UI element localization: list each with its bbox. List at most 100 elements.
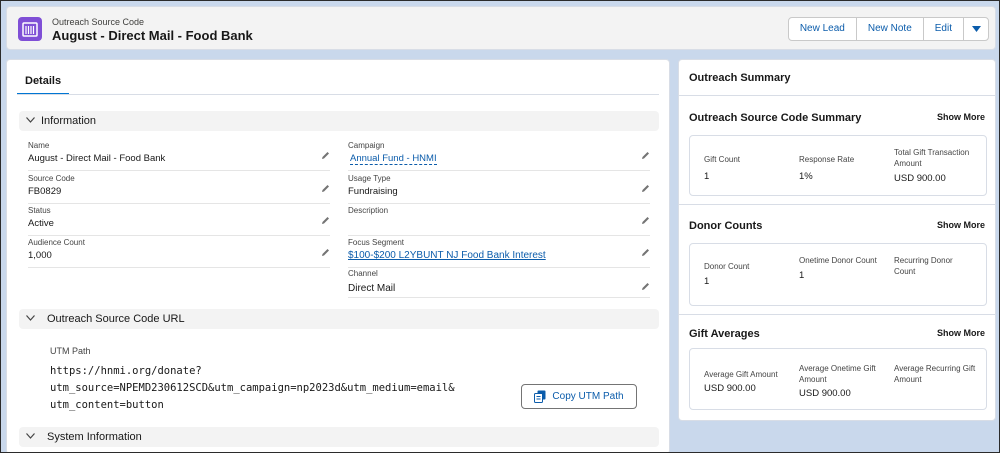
metric-average-gift-amount: Average Gift Amount USD 900.00: [704, 369, 778, 394]
metric-label: Recurring Donor Count: [894, 256, 953, 276]
section-information-header[interactable]: Information: [19, 111, 659, 131]
donor-counts-box: Donor Count 1 Onetime Donor Count 1 Recu…: [689, 243, 987, 306]
gift-averages-box: Average Gift Amount USD 900.00 Average O…: [689, 348, 987, 410]
edit-pencil-icon[interactable]: [321, 248, 330, 257]
metric-value: 1%: [799, 171, 813, 182]
metric-gift-count: Gift Count 1: [704, 154, 740, 182]
field-label: Channel: [348, 269, 378, 278]
record-title: August - Direct Mail - Food Bank: [52, 28, 253, 43]
chevron-down-icon: [26, 433, 35, 439]
source-summary-box: Gift Count 1 Response Rate 1% Total Gift…: [689, 135, 987, 196]
edit-pencil-icon[interactable]: [641, 216, 650, 225]
utm-line: https://hnmi.org/donate?: [50, 365, 202, 377]
new-lead-button[interactable]: New Lead: [787, 17, 857, 41]
edit-pencil-icon[interactable]: [321, 216, 330, 225]
header-actions: New Lead New Note Edit: [787, 17, 989, 41]
section-utm-label: Outreach Source Code URL: [47, 313, 185, 325]
utm-path-label: UTM Path: [50, 346, 91, 356]
utm-path-value: https://hnmi.org/donate? utm_source=NPEM…: [50, 363, 455, 414]
metric-value: 1: [704, 171, 710, 182]
chevron-down-icon: [971, 26, 981, 32]
record-header: Outreach Source Code August - Direct Mai…: [6, 6, 996, 50]
field-label: Source Code: [28, 174, 75, 183]
utm-line: utm_source=NPEMD230612SCD&utm_campaign=n…: [50, 382, 455, 394]
details-card: Details Information Name August - Direct…: [6, 59, 670, 452]
edit-pencil-icon[interactable]: [641, 184, 650, 193]
copy-utm-path-label: Copy UTM Path: [552, 391, 624, 402]
show-more-link[interactable]: Show More: [937, 220, 985, 230]
focus-segment-link[interactable]: $100-$200 L2YBUNT NJ Food Bank Interest: [348, 250, 546, 261]
field-value: FB0829: [28, 186, 62, 197]
more-actions-button[interactable]: [963, 17, 989, 41]
field-label: Name: [28, 141, 50, 150]
field-value: 1,000: [28, 250, 52, 261]
metric-value: 1: [704, 276, 710, 287]
metric-value: USD 900.00: [704, 383, 756, 394]
metric-response-rate: Response Rate 1%: [799, 154, 854, 182]
metric-total-gift-amount: Total Gift Transaction Amount USD 900.00: [894, 147, 976, 184]
donor-counts-title: Donor Counts: [689, 220, 763, 232]
edit-pencil-icon[interactable]: [321, 151, 330, 160]
metric-label: Donor Count: [704, 262, 750, 271]
field-focus-segment: Focus Segment $100-$200 L2YBUNT NJ Food …: [348, 238, 650, 268]
metric-label: Average Recurring Gift Amount: [894, 364, 976, 384]
field-campaign: Campaign Annual Fund - HNMI: [348, 141, 650, 171]
field-source-code: Source Code FB0829: [28, 174, 330, 204]
metric-average-recurring-gift-amount: Average Recurring Gift Amount: [894, 363, 984, 391]
edit-pencil-icon[interactable]: [641, 151, 650, 160]
field-value: Direct Mail: [348, 283, 396, 294]
source-summary-title: Outreach Source Code Summary: [689, 112, 862, 124]
metric-label: Onetime Donor Count: [799, 256, 877, 265]
field-label: Usage Type: [348, 174, 391, 183]
metric-label: Average Gift Amount: [704, 370, 778, 379]
summary-title: Outreach Summary: [689, 72, 791, 84]
field-label: Description: [348, 206, 389, 215]
gift-averages-title: Gift Averages: [689, 328, 760, 340]
field-value: Fundraising: [348, 186, 398, 197]
metric-average-onetime-gift-amount: Average Onetime Gift Amount USD 900.00: [799, 363, 881, 399]
metric-value: USD 900.00: [799, 388, 851, 399]
field-value: August - Direct Mail - Food Bank: [28, 153, 166, 164]
show-more-link[interactable]: Show More: [937, 112, 985, 122]
field-label: Audience Count: [28, 238, 85, 247]
edit-button[interactable]: Edit: [922, 17, 964, 41]
divider: [679, 95, 995, 96]
metric-donor-count: Donor Count 1: [704, 261, 749, 287]
metric-label: Response Rate: [799, 155, 855, 164]
edit-pencil-icon[interactable]: [641, 282, 650, 291]
campaign-link[interactable]: Annual Fund - HNMI: [350, 153, 437, 165]
metric-label: Gift Count: [704, 155, 741, 164]
chevron-down-icon: [26, 117, 35, 123]
metric-label: Total Gift Transaction Amount: [894, 148, 970, 168]
outreach-calendar-icon: [18, 17, 42, 41]
field-audience-count: Audience Count 1,000: [28, 238, 330, 268]
section-system-header[interactable]: System Information: [19, 427, 659, 447]
metric-label: Average Onetime Gift Amount: [799, 364, 876, 384]
tab-divider: [17, 94, 659, 95]
metric-recurring-donor-count: Recurring Donor Count: [894, 255, 974, 283]
field-label: Status: [28, 206, 51, 215]
app-frame: Outreach Source Code August - Direct Mai…: [0, 0, 1000, 453]
copy-utm-path-button[interactable]: Copy UTM Path: [521, 384, 637, 409]
utm-line: utm_content=button: [50, 399, 164, 411]
field-value: Active: [28, 218, 54, 229]
field-status: Status Active: [28, 206, 330, 236]
copy-icon: [534, 390, 546, 403]
field-channel: Channel Direct Mail: [348, 269, 650, 298]
section-system-label: System Information: [47, 431, 142, 443]
object-type-label: Outreach Source Code: [52, 17, 145, 27]
divider: [679, 204, 995, 205]
new-note-button[interactable]: New Note: [855, 17, 924, 41]
tab-details[interactable]: Details: [17, 69, 70, 95]
edit-pencil-icon[interactable]: [321, 184, 330, 193]
metric-value: USD 900.00: [894, 173, 946, 184]
edit-pencil-icon[interactable]: [641, 248, 650, 257]
section-information-label: Information: [41, 115, 97, 127]
field-label: Focus Segment: [348, 238, 405, 247]
section-utm-header[interactable]: Outreach Source Code URL: [19, 309, 659, 329]
show-more-link[interactable]: Show More: [937, 328, 985, 338]
divider: [679, 314, 995, 315]
metric-onetime-donor-count: Onetime Donor Count 1: [799, 255, 879, 281]
metric-value: 1: [799, 270, 805, 281]
field-description: Description: [348, 206, 650, 236]
